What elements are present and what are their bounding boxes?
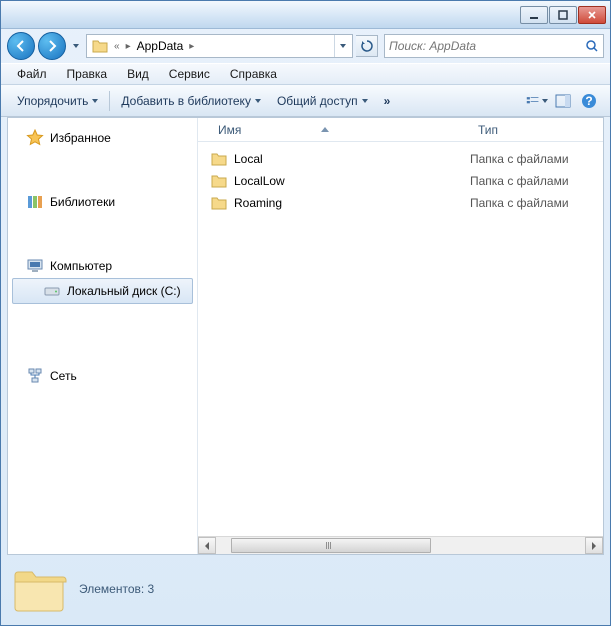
- svg-text:?: ?: [585, 94, 592, 108]
- organize-button[interactable]: Упорядочить: [9, 90, 106, 112]
- refresh-button[interactable]: [356, 35, 378, 57]
- scroll-left-button[interactable]: [198, 537, 216, 554]
- breadcrumb-chevron-icon[interactable]: ▸: [123, 41, 134, 52]
- breadcrumb-ellipsis[interactable]: «: [111, 41, 123, 52]
- toolbar-overflow[interactable]: »: [376, 94, 399, 108]
- scroll-thumb[interactable]: [231, 538, 431, 553]
- scroll-right-button[interactable]: [585, 537, 603, 554]
- forward-button[interactable]: [38, 32, 66, 60]
- breadcrumb-chevron-icon[interactable]: ▸: [186, 41, 197, 52]
- folder-icon: [210, 195, 228, 211]
- file-view: Имя Тип Local Папка с файлами LocalLow Папк…: [198, 118, 603, 554]
- details-pane: Элементов: 3: [7, 559, 604, 619]
- view-options-button[interactable]: [526, 90, 548, 112]
- menu-help[interactable]: Справка: [220, 65, 287, 83]
- menu-view[interactable]: Вид: [117, 65, 159, 83]
- sidebar-item-libraries[interactable]: Библиотеки: [8, 190, 197, 214]
- file-row[interactable]: Local Папка с файлами: [198, 148, 603, 170]
- nav-history-dropdown[interactable]: [69, 36, 83, 56]
- file-name: Local: [234, 152, 263, 166]
- file-type: Папка с файлами: [470, 174, 569, 188]
- column-headers: Имя Тип: [198, 118, 603, 142]
- sidebar-item-computer[interactable]: Компьютер: [8, 254, 197, 278]
- sidebar-label: Сеть: [50, 369, 77, 383]
- toolbar: Упорядочить Добавить в библиотеку Общий …: [1, 85, 610, 117]
- sidebar-item-local-disk[interactable]: Локальный диск (C:): [12, 278, 193, 304]
- folder-icon: [210, 151, 228, 167]
- scroll-track[interactable]: [216, 537, 585, 554]
- item-count-label: Элементов: 3: [79, 582, 154, 596]
- menu-edit[interactable]: Правка: [57, 65, 118, 83]
- navigation-pane[interactable]: Избранное Библиотеки Компьютер Локальный…: [8, 118, 198, 554]
- preview-pane-button[interactable]: [552, 90, 574, 112]
- search-icon[interactable]: [585, 39, 599, 53]
- horizontal-scrollbar[interactable]: [198, 536, 603, 554]
- explorer-window: « ▸ AppData ▸ Файл Правка Вид Сервис Спр…: [0, 0, 611, 626]
- share-button[interactable]: Общий доступ: [269, 90, 376, 112]
- file-row[interactable]: LocalLow Папка с файлами: [198, 170, 603, 192]
- sidebar-item-favorites[interactable]: Избранное: [8, 126, 197, 150]
- column-header-type[interactable]: Тип: [470, 119, 506, 141]
- sidebar-label: Локальный диск (C:): [67, 284, 181, 298]
- file-row[interactable]: Roaming Папка с файлами: [198, 192, 603, 214]
- search-box[interactable]: [384, 34, 604, 58]
- navbar: « ▸ AppData ▸: [1, 29, 610, 63]
- network-icon: [26, 367, 44, 385]
- menu-file[interactable]: Файл: [7, 65, 57, 83]
- sort-indicator-icon: [321, 127, 329, 132]
- computer-icon: [26, 257, 44, 275]
- sidebar-label: Библиотеки: [50, 195, 115, 209]
- file-name: LocalLow: [234, 174, 285, 188]
- minimize-button[interactable]: [520, 6, 548, 24]
- close-button[interactable]: [578, 6, 606, 24]
- sidebar-item-network[interactable]: Сеть: [8, 364, 197, 388]
- folder-icon: [91, 37, 109, 55]
- address-bar[interactable]: « ▸ AppData ▸: [86, 34, 353, 58]
- folder-icon: [210, 173, 228, 189]
- breadcrumb-segment[interactable]: AppData: [134, 39, 187, 53]
- titlebar[interactable]: [1, 1, 610, 29]
- add-to-library-button[interactable]: Добавить в библиотеку: [113, 90, 269, 112]
- folder-icon: [11, 565, 67, 613]
- menubar: Файл Правка Вид Сервис Справка: [1, 63, 610, 85]
- sidebar-label: Компьютер: [50, 259, 112, 273]
- star-icon: [26, 129, 44, 147]
- help-button[interactable]: ?: [578, 90, 600, 112]
- sidebar-label: Избранное: [50, 131, 111, 145]
- separator: [109, 91, 110, 111]
- libraries-icon: [26, 193, 44, 211]
- column-header-name[interactable]: Имя: [210, 119, 470, 141]
- address-dropdown[interactable]: [334, 35, 350, 57]
- back-button[interactable]: [7, 32, 35, 60]
- drive-icon: [43, 282, 61, 300]
- file-type: Папка с файлами: [470, 152, 569, 166]
- file-list[interactable]: Local Папка с файлами LocalLow Папка с файл…: [198, 142, 603, 536]
- search-input[interactable]: [389, 39, 585, 53]
- file-type: Папка с файлами: [470, 196, 569, 210]
- file-name: Roaming: [234, 196, 282, 210]
- content-area: Избранное Библиотеки Компьютер Локальный…: [7, 117, 604, 555]
- menu-tools[interactable]: Сервис: [159, 65, 220, 83]
- maximize-button[interactable]: [549, 6, 577, 24]
